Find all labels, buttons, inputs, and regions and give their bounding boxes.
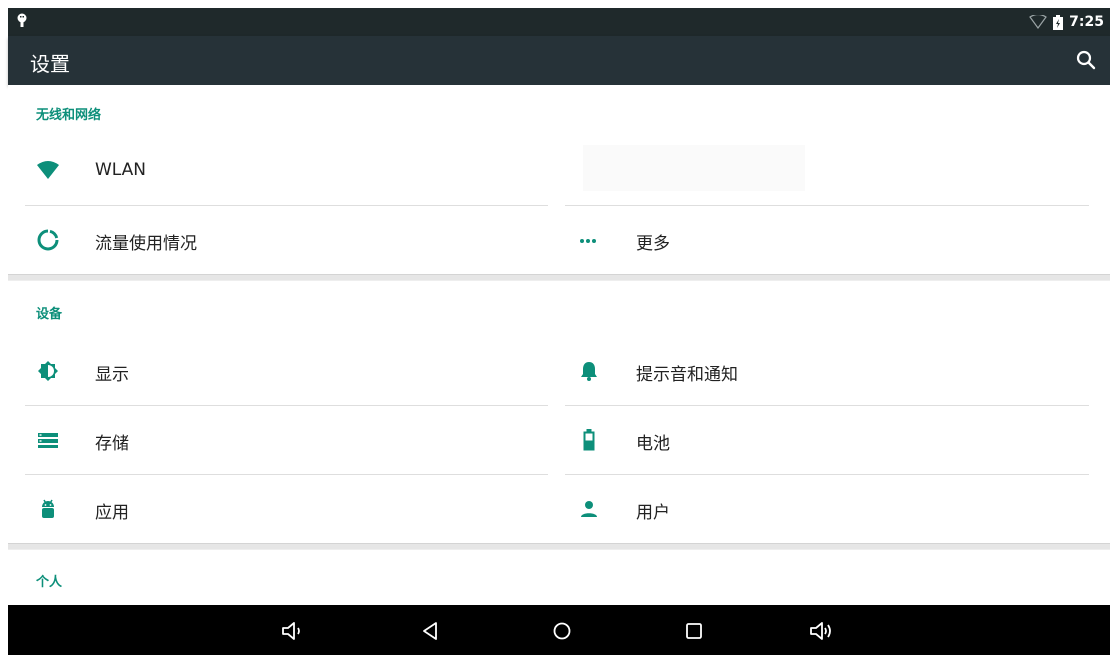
home-icon[interactable]	[549, 618, 575, 644]
notification-icon	[17, 13, 27, 27]
app-bar: 设置	[8, 36, 1110, 85]
status-time: 7:25	[1069, 14, 1104, 30]
more-dots-icon	[580, 239, 596, 243]
settings-item-apps[interactable]: 应用	[8, 475, 530, 543]
status-bar-right: 7:25	[1029, 12, 1104, 32]
volume-down-icon[interactable]	[280, 618, 306, 644]
settings-list: 无线和网络 WLAN 流量使用情况 更多 设备 显示 提示音和通知 存储 电池 …	[8, 85, 1110, 605]
section-title-wireless: 无线和网络	[36, 108, 102, 123]
search-icon[interactable]	[1074, 48, 1098, 72]
android-icon	[42, 499, 54, 518]
brightness-icon	[38, 361, 58, 381]
section-divider	[8, 274, 1110, 281]
settings-item-more[interactable]: 更多	[549, 206, 1071, 274]
storage-icon	[38, 433, 58, 448]
settings-item-label: 显示	[95, 365, 129, 385]
bell-icon	[581, 362, 597, 381]
settings-item-label: 流量使用情况	[95, 234, 197, 254]
battery-charging-icon	[1053, 14, 1064, 30]
navigation-bar	[8, 605, 1110, 655]
settings-item-label: 存储	[95, 434, 129, 454]
data-usage-icon	[37, 229, 59, 251]
settings-item-display[interactable]: 显示	[8, 337, 530, 405]
battery-icon	[583, 429, 595, 451]
section-title-personal: 个人	[36, 575, 63, 590]
section-title-device: 设备	[36, 307, 63, 322]
recents-icon[interactable]	[681, 618, 707, 644]
settings-item-label: WLAN	[95, 160, 147, 180]
settings-item-users[interactable]: 用户	[549, 475, 1071, 543]
page-title: 设置	[30, 52, 70, 76]
settings-item-data-usage[interactable]: 流量使用情况	[8, 206, 530, 274]
section-divider	[8, 543, 1110, 550]
settings-item-label: 应用	[95, 503, 129, 523]
settings-item-storage[interactable]: 存储	[8, 406, 530, 474]
user-icon	[581, 501, 597, 517]
settings-item-label: 更多	[636, 234, 670, 254]
settings-item-label: 提示音和通知	[636, 365, 738, 385]
wifi-icon	[37, 161, 59, 179]
placeholder-tile	[583, 145, 805, 191]
status-bar: 7:25	[8, 8, 1110, 36]
settings-item-sound-notification[interactable]: 提示音和通知	[549, 337, 1071, 405]
settings-item-label: 电池	[636, 434, 670, 454]
back-icon[interactable]	[417, 618, 443, 644]
settings-item-wlan[interactable]: WLAN	[8, 137, 530, 205]
settings-item-battery[interactable]: 电池	[549, 406, 1071, 474]
settings-item-label: 用户	[636, 503, 670, 523]
volume-up-icon[interactable]	[809, 618, 835, 644]
wifi-status-icon	[1029, 15, 1048, 29]
